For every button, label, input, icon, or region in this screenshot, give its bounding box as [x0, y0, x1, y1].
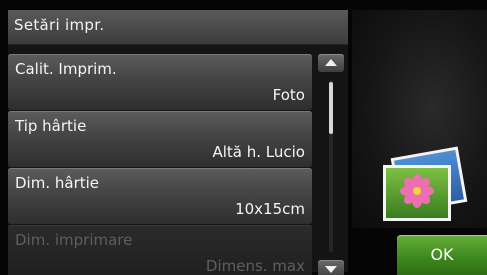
setting-label: Dim. imprimare	[15, 231, 133, 249]
scroll-down-button[interactable]	[318, 260, 344, 275]
setting-paper-type[interactable]: Tip hârtie Altă h. Lucio	[8, 111, 312, 167]
panel-header: Setări impr.	[8, 10, 348, 45]
setting-print-size: Dim. imprimare Dimens. max	[8, 225, 312, 275]
setting-value: Foto	[272, 86, 305, 104]
triangle-up-icon	[325, 59, 337, 66]
triangle-down-icon	[325, 266, 337, 273]
setting-value: Altă h. Lucio	[212, 143, 305, 161]
setting-label: Calit. Imprim.	[15, 60, 117, 78]
settings-scrollbar[interactable]	[318, 54, 344, 275]
scroll-thumb[interactable]	[329, 82, 333, 134]
setting-label: Dim. hârtie	[15, 174, 100, 192]
flower-icon	[400, 174, 434, 208]
setting-value: 10x15cm	[235, 200, 305, 218]
panel-title: Setări impr.	[14, 16, 105, 34]
setting-value: Dimens. max	[205, 257, 305, 275]
lcd-screen: Setări impr. Calit. Imprim. Foto Tip hâr…	[0, 0, 487, 275]
setting-label: Tip hârtie	[15, 117, 87, 135]
scroll-up-button[interactable]	[318, 54, 344, 72]
ok-button-label: OK	[430, 245, 454, 264]
ok-button[interactable]: OK	[397, 235, 487, 275]
setting-print-quality[interactable]: Calit. Imprim. Foto	[8, 54, 312, 110]
print-settings-panel: Setări impr. Calit. Imprim. Foto Tip hâr…	[8, 10, 348, 275]
setting-paper-size[interactable]: Dim. hârtie 10x15cm	[8, 168, 312, 224]
